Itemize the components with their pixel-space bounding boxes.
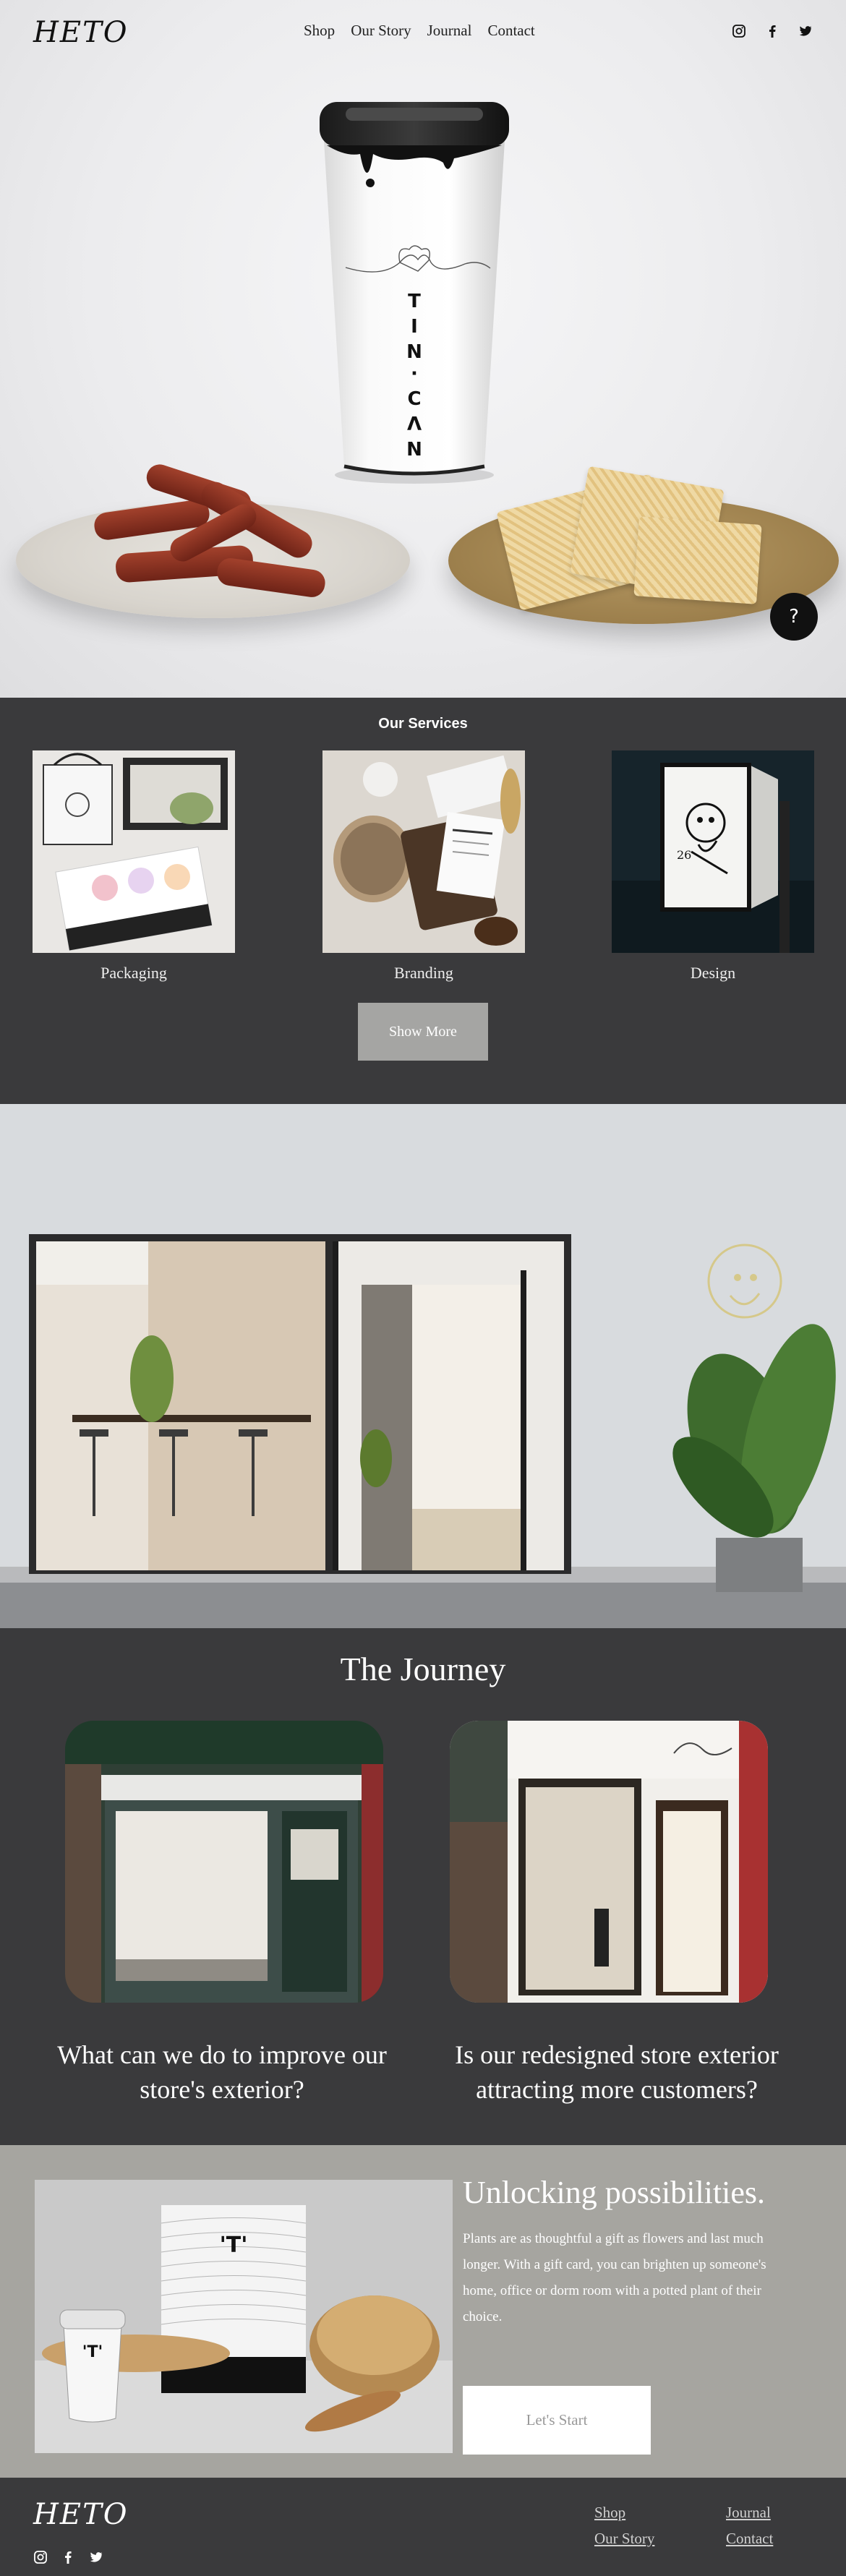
journey-title: The Journey [340, 1651, 506, 1687]
svg-text:Λ: Λ [407, 414, 422, 435]
unlock-body: Plants are as thoughtful a gift as flowe… [463, 2231, 766, 2324]
unlock-title: Unlocking possibilities. [463, 2175, 765, 2210]
footer-link-our-story[interactable]: Our Story [594, 2530, 654, 2548]
footer-link-journal[interactable]: Journal [726, 2504, 771, 2522]
storefront-image [0, 1104, 846, 1628]
facebook-icon[interactable] [764, 23, 780, 39]
svg-text:N: N [406, 439, 422, 461]
service-label-branding[interactable]: Branding [322, 964, 525, 983]
journey-question-left: What can we do to improve our store's ex… [57, 2040, 387, 2104]
footer-logo[interactable]: HETO [33, 2498, 129, 2531]
header-social-links [731, 23, 813, 39]
facebook-icon[interactable] [61, 2550, 75, 2567]
help-button[interactable]: ? [770, 593, 818, 641]
svg-text:T: T [408, 291, 421, 312]
instagram-icon[interactable] [731, 23, 747, 39]
footer-link-contact[interactable]: Contact [726, 2530, 773, 2548]
header-nav: HETO Shop Our Story Journal Contact [0, 0, 846, 65]
lets-start-button[interactable]: Let's Start [463, 2386, 651, 2455]
site-logo[interactable]: HETO [33, 16, 129, 49]
nav-contact[interactable]: Contact [487, 22, 534, 40]
services-section: Our Services Packaging Branding 26 Desig… [0, 698, 846, 1104]
nav-journal[interactable]: Journal [427, 22, 472, 40]
svg-text:N: N [406, 341, 422, 363]
site-footer: HETO Shop Our Story Journal Contact [0, 2478, 846, 2576]
food-piece [633, 516, 762, 604]
svg-text:C: C [407, 388, 421, 410]
svg-text:I: I [411, 316, 418, 338]
service-label-packaging[interactable]: Packaging [33, 964, 235, 983]
twitter-icon[interactable] [798, 23, 813, 39]
footer-social-links [33, 2550, 104, 2567]
hero-section: HETO Shop Our Story Journal Contact T I … [0, 0, 846, 698]
svg-text:'T': 'T' [220, 2233, 248, 2258]
unlock-section: 'T' 'T' Unlocking possibilities. Plants … [0, 2145, 846, 2478]
nav-our-story[interactable]: Our Story [351, 22, 411, 40]
branding-image[interactable] [322, 750, 525, 953]
journey-section: The Journey What can we do to improve ou… [0, 1628, 846, 2145]
journey-question-right: Is our redesigned store exterior attract… [455, 2040, 779, 2104]
svg-text:'T': 'T' [82, 2343, 103, 2361]
nav-shop[interactable]: Shop [304, 22, 335, 40]
tin-can-cup-image: T I N · C Λ N [320, 102, 509, 484]
twitter-icon[interactable] [88, 2550, 104, 2567]
new-store-exterior-image[interactable] [450, 1721, 768, 2003]
services-title: Our Services [378, 716, 468, 732]
old-store-exterior-image[interactable] [65, 1721, 383, 2003]
svg-text:·: · [411, 363, 418, 385]
instagram-icon[interactable] [33, 2550, 48, 2567]
packaging-image[interactable] [33, 750, 235, 953]
sign-number: 26 [677, 848, 691, 862]
main-menu: Shop Our Story Journal Contact [304, 22, 535, 40]
design-image[interactable]: 26 [612, 750, 814, 953]
tin-can-product-image: 'T' 'T' [35, 2180, 453, 2453]
show-more-button[interactable]: Show More [358, 1003, 488, 1061]
footer-link-shop[interactable]: Shop [594, 2504, 625, 2522]
storefront-image-section [0, 1104, 846, 1628]
service-label-design[interactable]: Design [612, 964, 814, 983]
